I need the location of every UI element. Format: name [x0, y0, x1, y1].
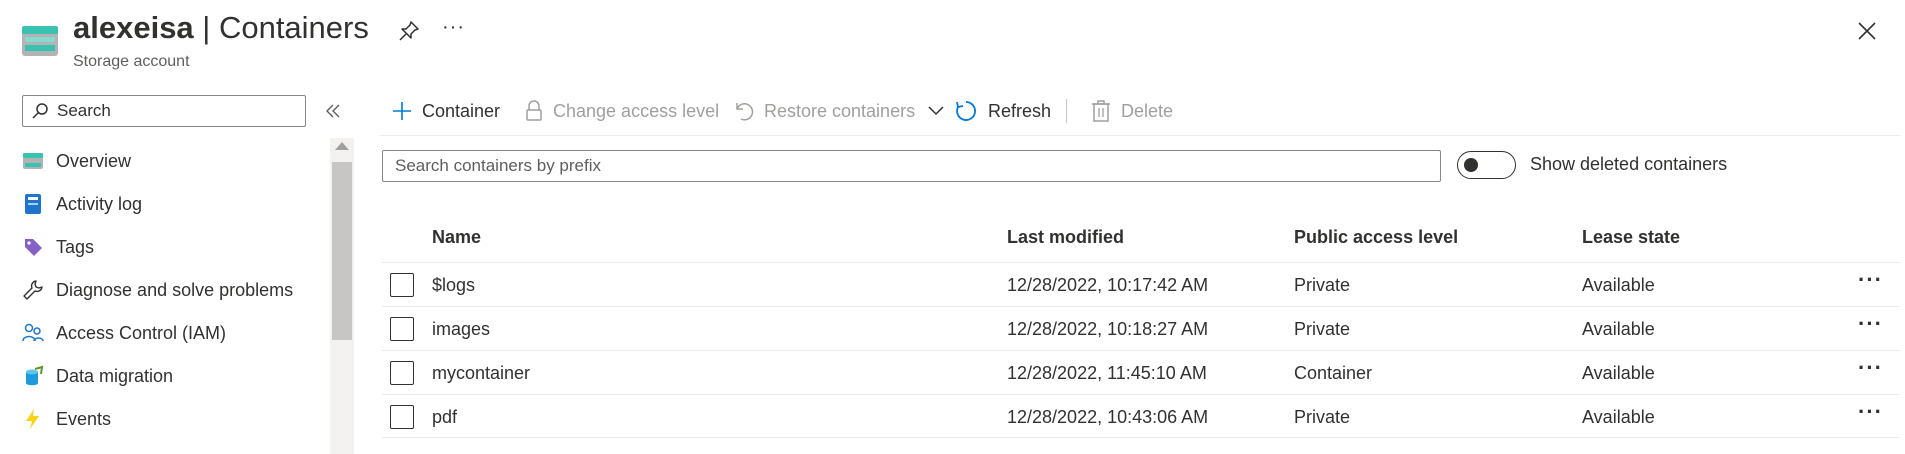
close-icon[interactable] — [1856, 20, 1878, 42]
container-name-link[interactable]: $logs — [432, 275, 475, 296]
row-checkbox[interactable] — [390, 317, 414, 341]
storage-account-icon — [22, 26, 58, 56]
public-access-cell: Private — [1294, 319, 1351, 339]
show-deleted-label: Show deleted containers — [1530, 154, 1728, 174]
toolbar-divider — [1066, 99, 1067, 123]
restore-containers-button[interactable]: Restore containers — [734, 93, 947, 129]
sidebar-item-label: Events — [56, 408, 112, 429]
trash-icon — [1092, 100, 1110, 122]
row-more-options-button[interactable]: ··· — [1858, 311, 1883, 337]
undo-icon — [736, 103, 754, 121]
tag-icon — [25, 239, 42, 256]
container-name-link[interactable]: images — [432, 319, 490, 340]
refresh-button[interactable]: Refresh — [954, 93, 1051, 129]
sidebar-item-label: Overview — [56, 150, 132, 171]
sidebar-scrollbar[interactable] — [330, 138, 354, 454]
show-deleted-toggle[interactable] — [1457, 151, 1516, 179]
page-title: alexeisa | Containers — [73, 10, 369, 46]
last-modified-cell: 12/28/2022, 10:18:27 AM — [1007, 319, 1209, 339]
toggle-knob — [1464, 158, 1478, 172]
delete-button[interactable]: Delete — [1091, 93, 1173, 129]
column-header-lease-state[interactable]: Lease state — [1582, 227, 1680, 248]
pin-icon[interactable] — [398, 20, 420, 42]
row-checkbox[interactable] — [390, 361, 414, 385]
sidebar-item-label: Diagnose and solve problems — [56, 279, 294, 300]
table-row[interactable]: images 12/28/2022, 10:18:27 AM Private A… — [382, 306, 1900, 350]
sidebar-item-access-control[interactable]: Access Control (IAM) — [0, 312, 325, 354]
refresh-label: Refresh — [988, 100, 1052, 121]
sidebar-item-data-migration[interactable]: Data migration — [0, 355, 325, 397]
add-container-label: Container — [422, 100, 501, 121]
sidebar-item-label: Tags — [56, 236, 95, 257]
table-row[interactable]: pdf 12/28/2022, 10:43:06 AM Private Avai… — [382, 394, 1900, 438]
more-options-button[interactable]: ··· — [442, 16, 465, 39]
search-icon — [32, 103, 48, 119]
column-header-name[interactable]: Name — [432, 227, 481, 248]
delete-label: Delete — [1121, 100, 1174, 121]
table-row[interactable]: mycontainer 12/28/2022, 11:45:10 AM Cont… — [382, 350, 1900, 394]
chevron-down-icon — [928, 106, 944, 116]
row-checkbox[interactable] — [390, 405, 414, 429]
storage-account-name: alexeisa — [73, 10, 194, 45]
last-modified-cell: 12/28/2022, 10:17:42 AM — [1007, 275, 1209, 295]
sidebar-search[interactable] — [22, 95, 306, 127]
sidebar-item-label: Access Control (IAM) — [56, 322, 227, 343]
lock-icon — [526, 100, 542, 121]
sidebar-item-diagnose[interactable]: Diagnose and solve problems — [0, 269, 325, 311]
container-name-link[interactable]: mycontainer — [432, 363, 530, 384]
collapse-sidebar-icon[interactable] — [322, 100, 344, 122]
row-checkbox[interactable] — [390, 273, 414, 297]
command-bar: Container Change access level Restore co… — [380, 93, 1900, 129]
scroll-up-arrow-icon[interactable] — [335, 142, 349, 150]
sidebar-item-overview[interactable]: Overview — [0, 140, 325, 182]
data-migration-icon — [26, 365, 44, 386]
sidebar-item-tags[interactable]: Tags — [0, 226, 325, 268]
page-subtitle: Storage account — [73, 53, 190, 70]
container-prefix-search[interactable] — [382, 150, 1441, 182]
people-icon — [22, 323, 44, 342]
container-prefix-search-input[interactable] — [393, 155, 1393, 177]
last-modified-cell: 12/28/2022, 10:43:06 AM — [1007, 407, 1209, 427]
sidebar-search-input[interactable] — [55, 100, 295, 122]
container-name-link[interactable]: pdf — [432, 407, 457, 428]
refresh-icon — [956, 101, 976, 121]
lease-state-cell: Available — [1582, 319, 1655, 339]
change-access-level-button[interactable]: Change access level — [525, 93, 719, 129]
column-header-public-access[interactable]: Public access level — [1294, 227, 1458, 248]
restore-containers-label: Restore containers — [764, 100, 916, 121]
table-row[interactable]: $logs 12/28/2022, 10:17:42 AM Private Av… — [382, 262, 1900, 306]
lightning-icon — [26, 409, 39, 429]
lease-state-cell: Available — [1582, 363, 1655, 383]
row-more-options-button[interactable]: ··· — [1858, 355, 1883, 381]
scroll-thumb[interactable] — [332, 162, 352, 340]
change-access-level-label: Change access level — [553, 100, 720, 121]
column-header-last-modified[interactable]: Last modified — [1007, 227, 1124, 248]
page-title-section: | Containers — [193, 10, 369, 45]
last-modified-cell: 12/28/2022, 11:45:10 AM — [1007, 363, 1207, 383]
toolbar-divider-line — [380, 135, 1900, 136]
row-more-options-button[interactable]: ··· — [1858, 399, 1883, 425]
public-access-cell: Private — [1294, 275, 1351, 295]
add-container-button[interactable]: Container — [392, 93, 500, 129]
public-access-cell: Container — [1294, 363, 1373, 383]
public-access-cell: Private — [1294, 407, 1351, 427]
sidebar-item-activity-log[interactable]: Activity log — [0, 183, 325, 225]
sidebar-item-events[interactable]: Events — [0, 398, 325, 440]
activity-log-icon — [25, 194, 41, 214]
overview-icon — [23, 153, 43, 169]
plus-icon — [393, 102, 411, 120]
sidebar-item-label: Activity log — [56, 193, 143, 214]
sidebar-item-label: Data migration — [56, 365, 174, 386]
page-header: alexeisa | Containers Storage account ··… — [0, 0, 1905, 80]
lease-state-cell: Available — [1582, 275, 1655, 295]
row-more-options-button[interactable]: ··· — [1858, 267, 1883, 293]
wrench-icon — [23, 280, 43, 300]
lease-state-cell: Available — [1582, 407, 1655, 427]
